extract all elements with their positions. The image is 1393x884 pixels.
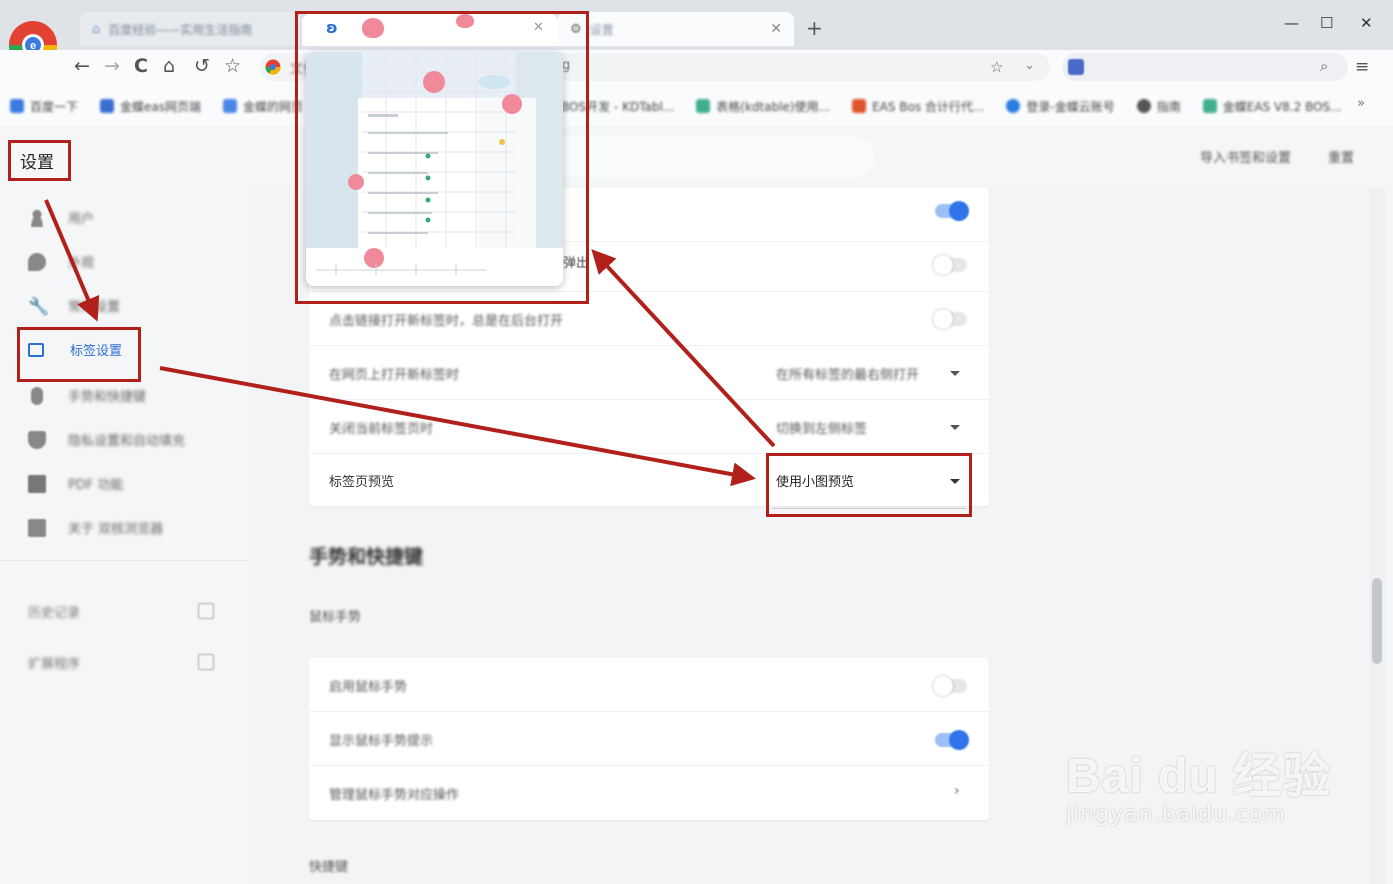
watermark-logo-text: Bai du 经验 <box>1066 750 1332 803</box>
arrow-settings-to-tab-settings <box>44 199 100 322</box>
arrow-tab-settings-to-select <box>159 366 756 487</box>
arrow-select-to-preview <box>591 249 776 448</box>
baidu-jingyan-watermark: Bai du 经验 jingyan.baidu.com <box>1066 736 1331 827</box>
